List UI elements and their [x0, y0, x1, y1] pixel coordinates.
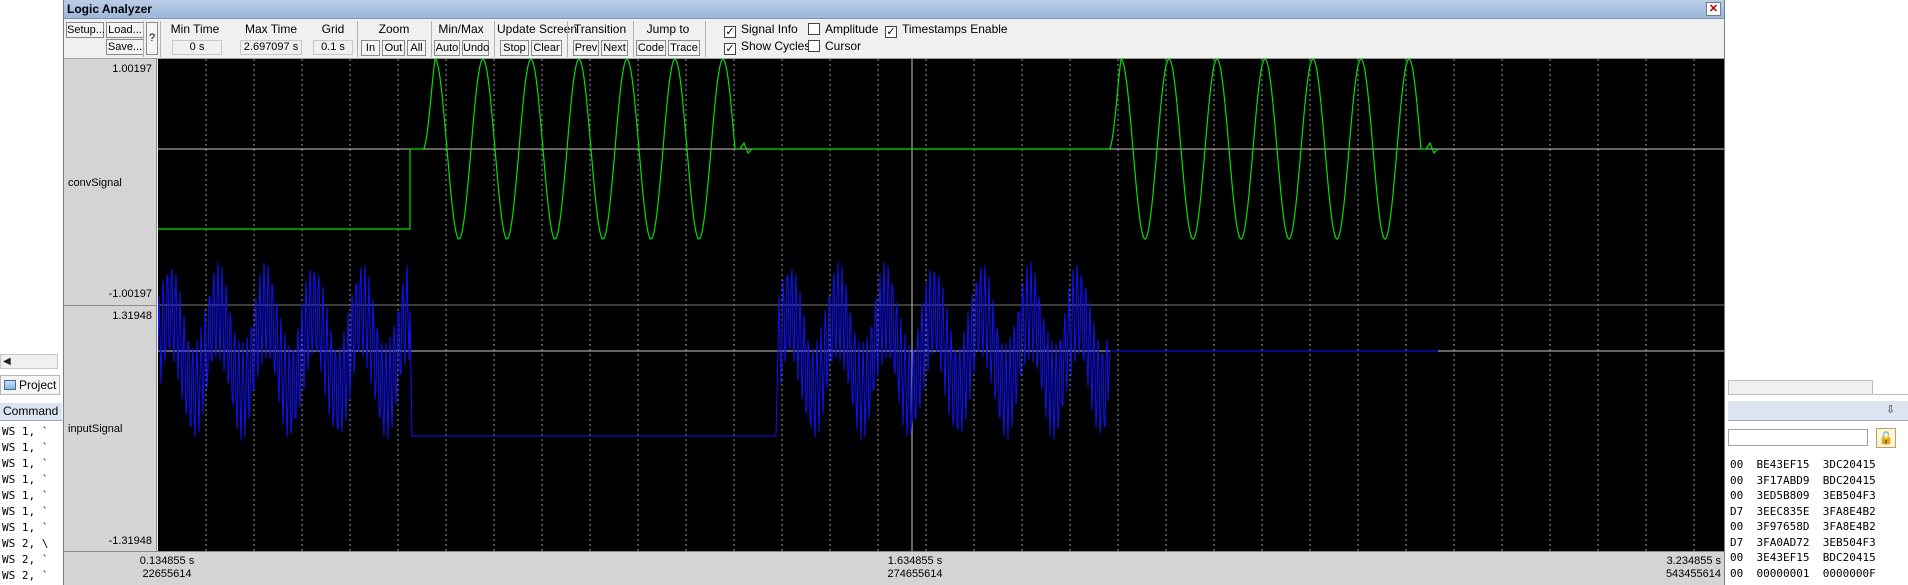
- help-button[interactable]: ?: [146, 22, 158, 55]
- code-button[interactable]: Code: [636, 40, 666, 56]
- min-time-label: Min Time: [170, 22, 220, 36]
- command-output: WS 1, ` WS 1, ` WS 1, ` WS 1, ` WS 1, ` WS 1,…: [2, 424, 48, 584]
- clear-button[interactable]: Clear: [531, 40, 562, 56]
- left-cycles-label: 22655614: [142, 568, 192, 580]
- command-line: WS 1, `: [2, 489, 49, 502]
- command-line: WS 1, `: [2, 521, 49, 534]
- setup-button[interactable]: Setup...: [66, 22, 105, 38]
- logic-analyzer-window: Logic Analyzer ✕ Setup... Load... Save..…: [63, 0, 1725, 585]
- max-time-value: 2.697097 s: [240, 40, 302, 55]
- command-line: WS 2, \: [2, 537, 49, 550]
- right-cycles-label: 543455614: [1665, 568, 1721, 580]
- right-scroll-thumb[interactable]: [1874, 380, 1908, 395]
- right-scrollbar[interactable]: [1728, 380, 1873, 395]
- zoom-out-button[interactable]: Out: [382, 40, 405, 56]
- right-time-label: 3.234855 s: [1666, 555, 1721, 567]
- memory-line: 00 00000001 0000000F: [1730, 566, 1876, 580]
- auto-button[interactable]: Auto: [434, 40, 460, 56]
- command-label: Command: [0, 403, 62, 421]
- project-label: Project: [19, 378, 57, 392]
- mid-time-label: 1.634855 s: [887, 555, 943, 567]
- grid-value: 0.1 s: [313, 40, 353, 55]
- input-signal-name[interactable]: inputSignal: [68, 423, 122, 435]
- memory-line: 00 3F97658D 3FA8E4B2: [1730, 520, 1876, 533]
- max-time-label: Max Time: [244, 22, 297, 36]
- show-cycles-checkbox[interactable]: ✓ Show Cycles: [724, 39, 810, 55]
- left-panel: ◀ Project Command WS 1, ` WS 1, ` WS 1, ` W…: [0, 0, 63, 585]
- save-button[interactable]: Save...: [106, 39, 144, 55]
- jump-to-label: Jump to: [646, 22, 690, 36]
- memory-address-input[interactable]: [1728, 429, 1868, 446]
- checkbox-icon: ✓: [724, 26, 736, 38]
- checkbox-icon: [808, 23, 820, 35]
- undo-button[interactable]: Undo: [462, 40, 489, 56]
- time-axis: 0.134855 s 22655614 1.634855 s 274655614…: [64, 551, 1724, 585]
- memory-line: D7 3EEC835E 3FA8E4B2: [1730, 504, 1876, 518]
- command-line: WS 1, `: [2, 457, 49, 470]
- command-line: WS 1, `: [2, 441, 49, 454]
- pin-icon[interactable]: ⇩: [1886, 404, 1895, 416]
- checkbox-icon: ✓: [885, 26, 897, 38]
- signal-names-column: 1.00197 convSignal -1.00197 1.31948 inpu…: [64, 59, 157, 551]
- waveform-plot[interactable]: [158, 59, 1724, 551]
- window-title: Logic Analyzer: [67, 2, 152, 16]
- prev-button[interactable]: Prev: [573, 40, 599, 56]
- transition-label: Transition: [573, 22, 627, 36]
- memory-output: 00 BE43EF15 3DC20415 00 3F17ABD9 BDC20415…: [1730, 457, 1876, 581]
- memory-panel-header: [1728, 401, 1908, 421]
- timestamps-checkbox[interactable]: ✓ Timestamps Enable: [885, 22, 1008, 38]
- toolbar: Setup... Load... Save... ? Min Time 0 s …: [64, 19, 1724, 59]
- memory-line: 00 3ED5B809 3EB504F3: [1730, 489, 1876, 502]
- lock-icon[interactable]: 🔓: [1876, 428, 1896, 448]
- load-button[interactable]: Load...: [106, 22, 144, 38]
- conv-min-label: -1.00197: [108, 288, 152, 300]
- separator: [633, 21, 634, 57]
- amplitude-checkbox[interactable]: Amplitude: [808, 22, 878, 36]
- separator: [160, 21, 161, 57]
- grid-label: Grid: [321, 22, 345, 36]
- cursor-checkbox[interactable]: Cursor: [808, 39, 861, 53]
- window-title-bar[interactable]: Logic Analyzer ✕: [64, 0, 1724, 19]
- signal-divider: [64, 305, 157, 306]
- separator: [705, 21, 706, 57]
- command-line: WS 1, `: [2, 425, 49, 438]
- minmax-label: Min/Max: [438, 22, 484, 36]
- project-tab[interactable]: Project: [0, 375, 60, 395]
- command-line: WS 1, `: [2, 473, 49, 486]
- left-time-label: 0.134855 s: [139, 555, 195, 567]
- trace-button[interactable]: Trace: [668, 40, 700, 56]
- separator: [431, 21, 432, 57]
- memory-line: 00 3E43EF15 BDC20415: [1730, 551, 1876, 564]
- checkbox-icon: ✓: [724, 43, 736, 55]
- conv-signal-name[interactable]: convSignal: [68, 177, 122, 189]
- checkbox-icon: [808, 40, 820, 52]
- separator: [567, 21, 568, 57]
- separator: [143, 21, 144, 57]
- input-min-label: -1.31948: [108, 535, 152, 547]
- signal-info-checkbox[interactable]: ✓ Signal Info: [724, 22, 798, 38]
- memory-line: D7 3FA0AD72 3EB504F3: [1730, 535, 1876, 549]
- next-button[interactable]: Next: [601, 40, 628, 56]
- zoom-label: Zoom: [378, 22, 410, 36]
- close-icon[interactable]: ✕: [1706, 2, 1721, 16]
- left-scrollbar[interactable]: ◀: [0, 354, 58, 369]
- command-line: WS 1, `: [2, 505, 49, 518]
- command-line: WS 2, `: [2, 553, 49, 566]
- separator: [494, 21, 495, 57]
- scroll-left-icon[interactable]: ◀: [3, 355, 11, 368]
- stop-button[interactable]: Stop: [500, 40, 529, 56]
- zoom-all-button[interactable]: All: [407, 40, 426, 56]
- project-icon: [4, 380, 16, 390]
- memory-line: 00 BE43EF15 3DC20415: [1730, 458, 1876, 471]
- conv-max-label: 1.00197: [112, 63, 152, 75]
- command-line: WS 2, `: [2, 569, 49, 582]
- mid-cycles-label: 274655614: [887, 568, 943, 580]
- min-time-value: 0 s: [172, 40, 222, 55]
- memory-line: 00 3F17ABD9 BDC20415: [1730, 473, 1876, 487]
- zoom-in-button[interactable]: In: [361, 40, 380, 56]
- input-max-label: 1.31948: [112, 310, 152, 322]
- update-screen-label: Update Screen: [497, 22, 578, 36]
- separator: [357, 21, 358, 57]
